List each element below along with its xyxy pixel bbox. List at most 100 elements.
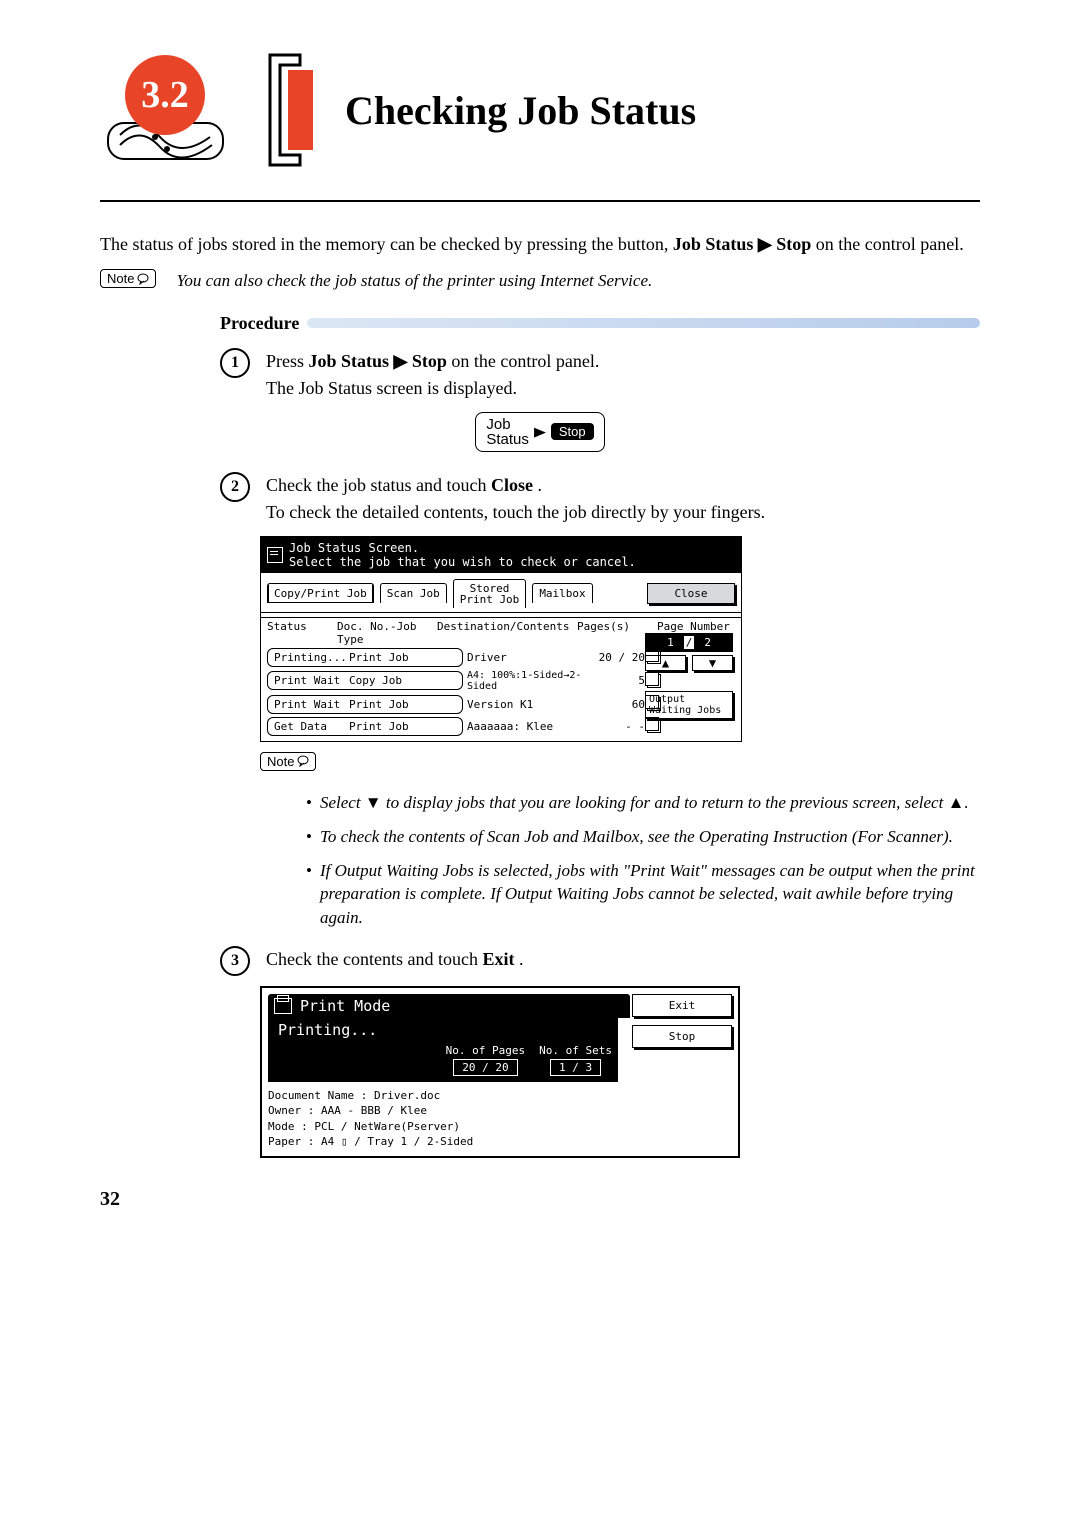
speech-icon xyxy=(137,273,149,285)
pm-d1: Document Name : Driver.doc xyxy=(268,1088,732,1103)
bullet-3: If Output Waiting Jobs is selected, jobs… xyxy=(320,859,980,930)
step1-post: on the control panel. xyxy=(451,351,599,371)
note-row: Note You can also check the job status o… xyxy=(100,269,980,293)
pm-d3: Mode : PCL / NetWare(Pserver) xyxy=(268,1119,732,1134)
step3-strong: Exit xyxy=(482,949,514,969)
r-type: Print Job xyxy=(349,651,456,664)
ow-l1: Output xyxy=(649,694,729,705)
pm-counts: No. of Pages 20 / 20 No. of Sets 1 / 3 xyxy=(268,1042,618,1082)
step-1: 1 Press Job Status ▶ Stop on the control… xyxy=(220,348,980,402)
section-number-circle: 3.2 xyxy=(125,55,205,135)
job-row[interactable]: Print Wait Print Job Version K1 60 xyxy=(267,695,647,714)
pages-label: No. of Pages xyxy=(446,1044,525,1057)
intro-paragraph: The status of jobs stored in the memory … xyxy=(100,232,980,257)
r-status: Print Wait xyxy=(274,674,349,687)
job-row[interactable]: Print Wait Copy Job A4: 100%:1-Sided→2-S… xyxy=(267,670,647,692)
stack-icon xyxy=(647,719,661,733)
pm-status: Printing... xyxy=(268,1018,618,1042)
intro-keyword: Job Status ▶ Stop xyxy=(673,234,811,254)
procedure-label: Procedure xyxy=(220,313,299,334)
printer-icon xyxy=(274,998,292,1014)
step-number-1: 1 xyxy=(220,348,250,378)
job-status-screen: Job Status Screen. Select the job that y… xyxy=(260,536,742,742)
step1-strong: Job Status ▶ Stop xyxy=(309,351,447,371)
page-number: 32 xyxy=(100,1188,980,1211)
pm-d2: Owner : AAA - BBB / Klee xyxy=(268,1103,732,1118)
exit-button[interactable]: Exit xyxy=(632,994,732,1017)
bullet-1: Select ▼ to display jobs that you are lo… xyxy=(320,791,969,815)
r-pages: 5 xyxy=(593,674,647,687)
stop-button[interactable]: Stop xyxy=(632,1025,732,1048)
page-indicator: 1 / 2 xyxy=(645,633,733,652)
intro-post: on the control panel. xyxy=(816,234,964,254)
hdr-doc: Doc. No.-Job Type xyxy=(337,620,437,646)
r-status: Printing... xyxy=(274,651,349,664)
ow-l2: Waiting Jobs xyxy=(649,705,729,716)
screen-title: Job Status Screen. xyxy=(289,541,636,555)
sets-val: 1 / 3 xyxy=(550,1059,601,1076)
tab-copyprint[interactable]: Copy/Print Job xyxy=(267,583,374,603)
section-header: 3.2 Checking Job Status xyxy=(100,50,980,170)
print-mode-panel: Print Mode Printing... No. of Pages 20 /… xyxy=(260,986,740,1158)
procedure-bar xyxy=(307,318,980,328)
screen-subtitle: Select the job that you wish to check or… xyxy=(289,555,636,569)
job-row[interactable]: Printing... Print Job Driver 20 / 20 xyxy=(267,648,647,667)
list-icon xyxy=(267,547,283,563)
step1-pre: Press xyxy=(266,351,309,371)
tab-scan[interactable]: Scan Job xyxy=(380,583,447,603)
note-row-2: Note xyxy=(260,752,980,771)
step-number-2: 2 xyxy=(220,472,250,502)
r-pages: 60 xyxy=(593,698,647,711)
section-badge: 3.2 xyxy=(100,55,260,165)
hdr-status: Status xyxy=(267,620,337,646)
page-down-button[interactable]: ▼ xyxy=(692,655,733,671)
divider xyxy=(100,200,980,202)
step2-notes: Select ▼ to display jobs that you are lo… xyxy=(306,791,980,930)
note-badge: Note xyxy=(260,752,316,771)
job-row[interactable]: Get Data Print Job Aaaaaaa: Klee - - xyxy=(267,717,647,736)
r-type: Print Job xyxy=(349,698,456,711)
r-dest: Driver xyxy=(463,651,593,664)
r-pages: 20 / 20 xyxy=(593,651,647,664)
r-type: Copy Job xyxy=(349,674,456,687)
jbtn-l2: Status xyxy=(486,432,529,447)
r-dest: Version K1 xyxy=(463,698,593,711)
note-badge: Note xyxy=(100,269,156,288)
bullet-2: To check the contents of Scan Job and Ma… xyxy=(320,825,953,849)
screen-tabs: Copy/Print Job Scan Job Stored Print Job… xyxy=(261,573,741,612)
pages-val: 20 / 20 xyxy=(453,1059,517,1076)
procedure-heading: Procedure xyxy=(220,313,980,334)
output-waiting-button[interactable]: Output Waiting Jobs xyxy=(645,691,733,719)
pm-d4: Paper : A4 ▯ / Tray 1 / 2-Sided xyxy=(268,1134,732,1149)
step2-strong: Close xyxy=(491,475,533,495)
r-status: Get Data xyxy=(274,720,349,733)
note-label: Note xyxy=(107,271,134,286)
tab-mailbox[interactable]: Mailbox xyxy=(532,583,592,603)
tab-stored-l2: Print Job xyxy=(460,594,520,605)
step-3: 3 Check the contents and touch Exit . xyxy=(220,946,980,976)
page-up-button[interactable]: ▲ xyxy=(645,655,686,671)
step3-pre: Check the contents and touch xyxy=(266,949,482,969)
section-number: 3.2 xyxy=(141,73,189,117)
tab-stored[interactable]: Stored Print Job xyxy=(453,579,527,608)
step2-post: . xyxy=(537,475,542,495)
page-cur: 1 xyxy=(667,636,674,649)
step3-post: . xyxy=(519,949,524,969)
jobstatus-button: Job Status ▶ Stop xyxy=(475,412,604,452)
note-text: You can also check the job status of the… xyxy=(176,269,652,293)
r-type: Print Job xyxy=(349,720,456,733)
bracket-decoration xyxy=(260,50,330,170)
close-button[interactable]: Close xyxy=(647,583,735,604)
screen-header: Job Status Screen. Select the job that y… xyxy=(261,537,741,573)
r-pages: - - xyxy=(593,720,647,733)
hdr-dest: Destination/Contents xyxy=(437,620,577,646)
jobstatus-button-graphic: Job Status ▶ Stop xyxy=(100,412,980,452)
speech-icon xyxy=(297,755,309,767)
r-status: Print Wait xyxy=(274,698,349,711)
step2-pre: Check the job status and touch xyxy=(266,475,491,495)
page-tot: 2 xyxy=(704,636,711,649)
step-2: 2 Check the job status and touch Close .… xyxy=(220,472,980,526)
pm-title-row: Print Mode xyxy=(268,994,630,1018)
right-column: 1 / 2 ▲ ▼ Output Waiting Jobs xyxy=(645,633,733,719)
r-dest: A4: 100%:1-Sided→2-Sided xyxy=(463,670,593,692)
